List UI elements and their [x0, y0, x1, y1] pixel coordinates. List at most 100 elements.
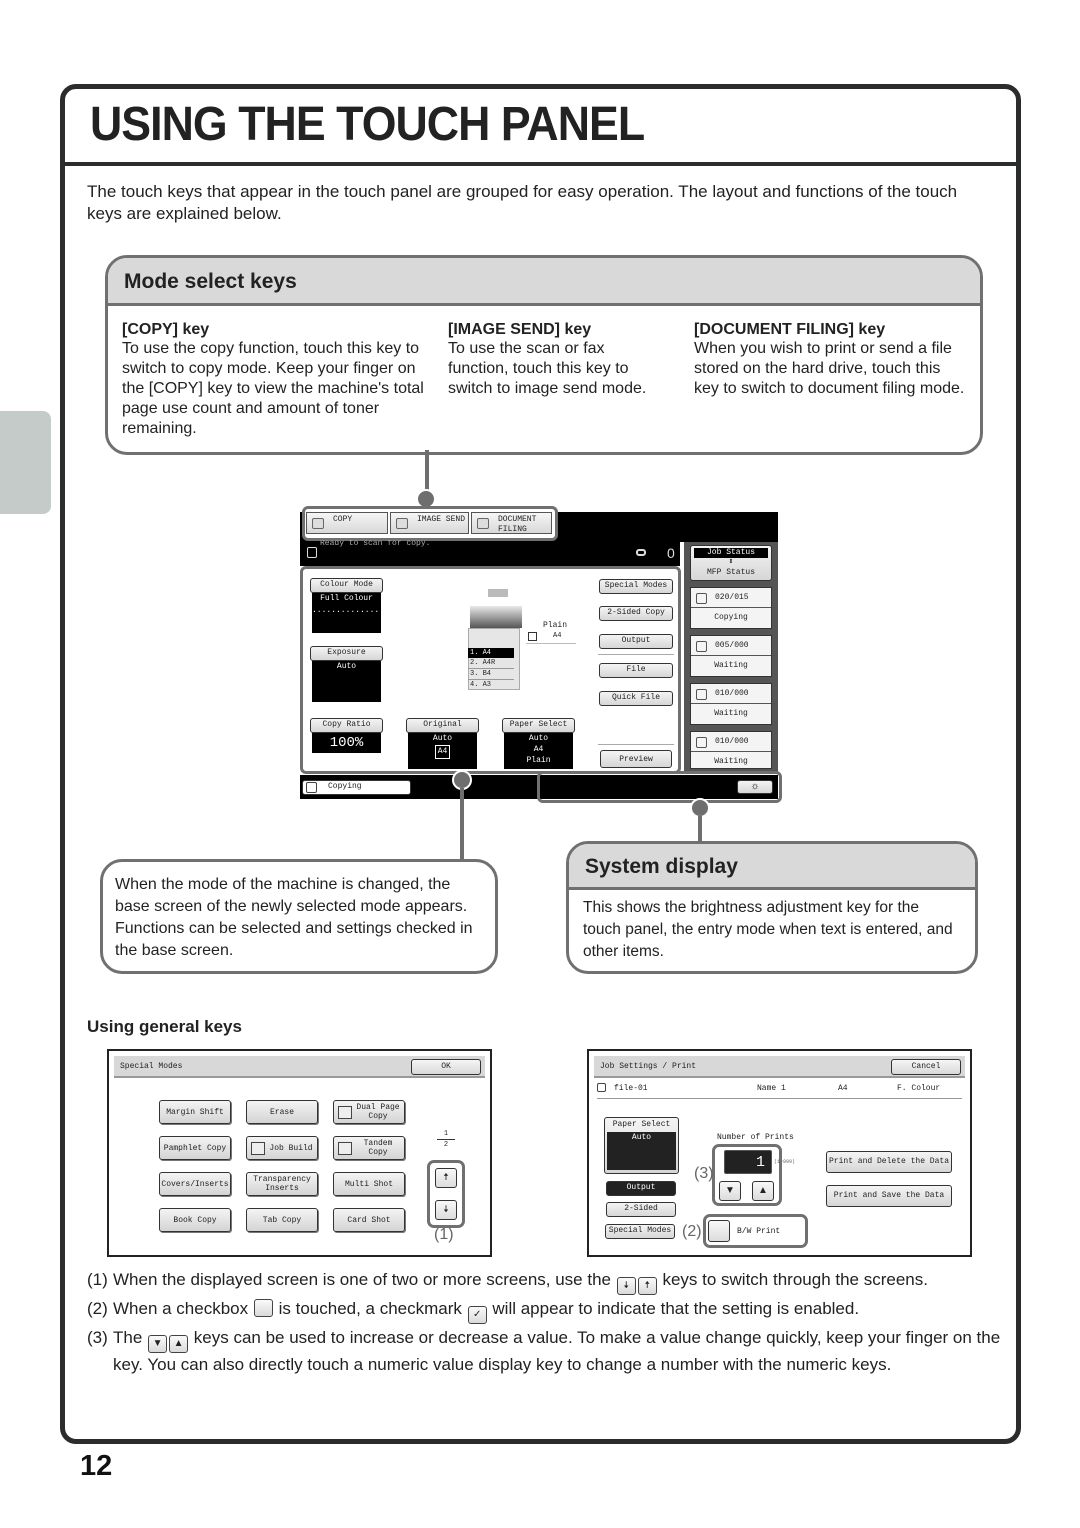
base-screen-callout: When the mode of the machine is changed,… — [100, 859, 498, 974]
document-filing-mode-key[interactable]: DOCUMENT FILING — [471, 512, 552, 534]
triangle-up-key-icon: ▲ — [169, 1335, 189, 1353]
callout-label: (2) — [682, 1223, 702, 1240]
page-number: 12 — [80, 1450, 113, 1482]
special-mode-key[interactable]: Job Build — [246, 1136, 318, 1160]
image-send-icon — [396, 518, 408, 529]
preview-key[interactable]: Preview — [600, 750, 672, 768]
special-modes-key[interactable]: Special Modes — [599, 579, 673, 594]
ok-button[interactable]: OK — [411, 1059, 481, 1075]
job-item[interactable]: 020/015 Copying — [690, 587, 772, 629]
quick-file-key[interactable]: Quick File — [599, 691, 673, 706]
arrow-down-key-icon: 🠇 — [616, 1277, 636, 1295]
page-up-key[interactable]: 🠅 — [435, 1168, 457, 1188]
increase-key[interactable]: ▲ — [752, 1181, 774, 1201]
original-key[interactable]: Original — [406, 718, 479, 733]
image-send-key-description: [IMAGE SEND] key To use the scan or fax … — [448, 320, 663, 399]
note-item: (2) When a checkbox is touched, a checkm… — [87, 1295, 1007, 1324]
tray-list: 1. A4 2. A4R 3. B4 4. A3 — [468, 648, 514, 690]
number-of-prints-label: Number of Prints — [717, 1133, 794, 1142]
special-mode-key[interactable]: Transparency Inserts — [246, 1172, 318, 1196]
copy-icon — [312, 518, 324, 529]
cancel-button[interactable]: Cancel — [891, 1059, 961, 1075]
decrease-key[interactable]: ▼ — [719, 1181, 741, 1201]
brightness-icon[interactable]: ☼ — [737, 780, 773, 794]
bw-print-checkbox[interactable] — [708, 1220, 730, 1242]
column-text: When you wish to print or send a file st… — [694, 340, 965, 397]
two-sided-key[interactable]: 2-Sided — [606, 1202, 676, 1217]
copy-ratio-key[interactable]: Copy Ratio — [310, 718, 383, 733]
checkbox-label: B/W Print — [737, 1227, 781, 1236]
job-item[interactable]: 010/000 Waiting — [690, 731, 772, 769]
note-item: (3) The ▼ ▲ keys can be used to increase … — [87, 1328, 1001, 1374]
output-key[interactable]: Output — [599, 634, 673, 649]
job-build-icon — [251, 1142, 265, 1155]
print-delete-button[interactable]: Print and Delete the Data — [826, 1151, 952, 1173]
output-key[interactable]: Output — [606, 1181, 676, 1196]
job-status-toggle[interactable]: Job Status ⬍ MFP Status — [690, 545, 772, 581]
checkbox-checked-icon: ✓ — [467, 1306, 487, 1324]
tray-2[interactable]: 2. A4R — [468, 658, 514, 669]
bypass-size: A4 — [553, 632, 562, 640]
two-sided-copy-key[interactable]: 2-Sided Copy — [599, 606, 673, 621]
paper-select-key[interactable]: Paper Select Auto — [604, 1117, 679, 1174]
connector-line — [698, 816, 702, 842]
tray-3[interactable]: 3. B4 — [468, 669, 514, 680]
original-display: Auto A4 — [408, 733, 477, 769]
counter-icon — [636, 549, 646, 556]
special-mode-key[interactable]: Pamphlet Copy — [159, 1136, 231, 1160]
notes-list: (1) When the displayed screen is one of … — [87, 1266, 1007, 1377]
copy-ratio-display[interactable]: 100% — [312, 733, 381, 753]
triangle-down-icon: ▼ — [725, 1185, 735, 1196]
colour-mode-key[interactable]: Colour Mode — [310, 578, 383, 593]
machine-top — [470, 606, 522, 628]
exposure-key[interactable]: Exposure — [310, 646, 383, 661]
special-mode-key[interactable]: Margin Shift — [159, 1100, 231, 1124]
special-mode-key[interactable]: Book Copy — [159, 1208, 231, 1232]
copy-mode-key[interactable]: COPY — [306, 512, 388, 534]
arrow-up-icon: 🠅 — [443, 1172, 449, 1183]
system-display-text: This shows the brightness adjustment key… — [583, 899, 953, 960]
status-message: Ready to scan for copy. — [320, 540, 431, 548]
copy-count: 0 — [667, 545, 675, 561]
dual-page-icon — [338, 1106, 352, 1119]
column-text: To use the scan or fax function, touch t… — [448, 340, 647, 397]
file-key[interactable]: File — [599, 663, 673, 678]
paper-select-display: Auto A4 Plain — [504, 733, 573, 769]
bypass-tray-icon — [528, 632, 537, 641]
image-send-mode-key[interactable]: IMAGE SEND — [390, 512, 469, 534]
special-mode-key[interactable]: Multi Shot — [333, 1172, 405, 1196]
special-modes-key[interactable]: Special Modes — [605, 1224, 675, 1239]
job-item[interactable]: 005/000 Waiting — [690, 635, 772, 677]
intro-text: The touch keys that appear in the touch … — [87, 182, 958, 223]
connector-line — [460, 788, 464, 860]
copy-key-description: [COPY] key To use the copy function, tou… — [122, 320, 427, 439]
toggle-arrows-icon: ⬍ — [728, 557, 734, 567]
job-status-indicator[interactable]: Copying — [302, 780, 411, 795]
tray-4[interactable]: 4. A3 — [468, 680, 514, 690]
special-mode-key[interactable]: Dual Page Copy — [333, 1100, 405, 1124]
paper-select-key[interactable]: Paper Select — [502, 718, 575, 733]
special-mode-key[interactable]: Tab Copy — [246, 1208, 318, 1232]
tray-1[interactable]: 1. A4 — [468, 648, 514, 658]
document-filing-key-description: [DOCUMENT FILING] key When you wish to p… — [694, 320, 969, 399]
mode-select-callout: Mode select keys [COPY] key To use the c… — [105, 255, 983, 455]
note-item: (1) When the displayed screen is one of … — [87, 1266, 1007, 1295]
special-mode-key[interactable]: Card Shot — [333, 1208, 405, 1232]
special-mode-key[interactable]: Covers/Inserts — [159, 1172, 231, 1196]
special-mode-key[interactable]: Erase — [246, 1100, 318, 1124]
general-keys-heading: Using general keys — [87, 1017, 242, 1036]
print-save-button[interactable]: Print and Save the Data — [826, 1185, 952, 1207]
checkbox-empty-icon — [253, 1299, 273, 1317]
file-info-row: file-01 Name 1 A4 F. Colour — [597, 1083, 962, 1099]
colour-mode-display: Full Colour............... — [312, 593, 384, 633]
base-screen-text: When the mode of the machine is changed,… — [115, 876, 473, 959]
column-title: [IMAGE SEND] key — [448, 321, 592, 338]
tandem-copy-icon — [338, 1142, 352, 1155]
job-item[interactable]: 010/000 Waiting — [690, 683, 772, 725]
special-mode-key[interactable]: Tandem Copy — [333, 1136, 405, 1160]
page-title: USING THE TOUCH PANEL — [90, 98, 645, 151]
system-display-callout: System display This shows the brightness… — [566, 841, 978, 974]
page-down-key[interactable]: 🠇 — [435, 1200, 457, 1220]
number-of-prints-display[interactable]: 1 — [724, 1150, 772, 1174]
title-bar: USING THE TOUCH PANEL — [65, 89, 1016, 166]
